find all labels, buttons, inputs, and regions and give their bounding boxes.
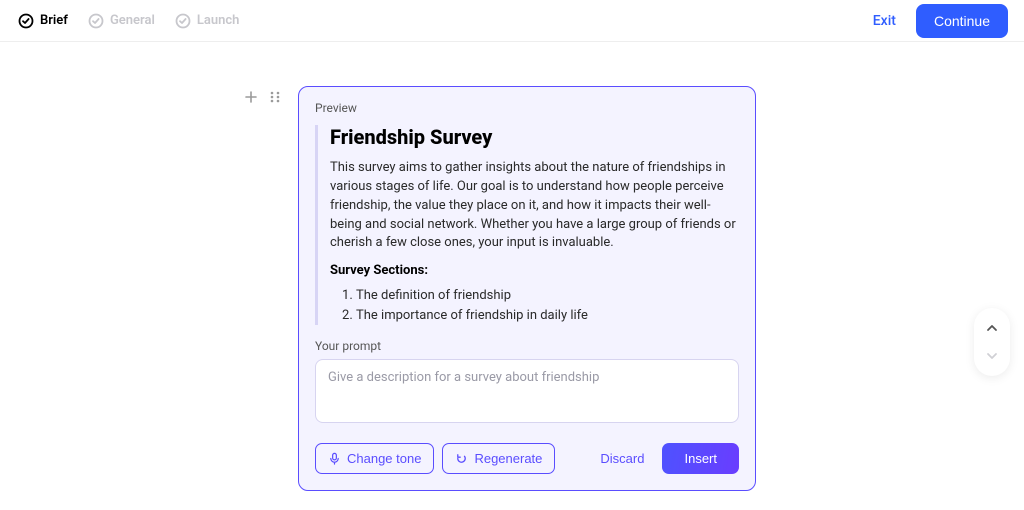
insert-button[interactable]: Insert (662, 443, 739, 474)
list-item: The importance of friendship in daily li… (356, 306, 739, 326)
check-circle-icon (18, 13, 34, 29)
card-actions: Change tone Regenerate Discard Insert (315, 443, 739, 474)
main-area: Preview Friendship Survey This survey ai… (0, 42, 1024, 90)
change-tone-button[interactable]: Change tone (315, 443, 434, 474)
sections-list: The definition of friendship The importa… (330, 286, 739, 325)
ai-preview-card: Preview Friendship Survey This survey ai… (298, 86, 756, 491)
continue-button[interactable]: Continue (916, 4, 1008, 38)
button-label: Change tone (347, 451, 421, 466)
wizard-steps: Brief General Launch (18, 13, 239, 29)
microphone-icon (328, 452, 341, 465)
right-actions: Discard Insert (600, 443, 739, 474)
step-launch[interactable]: Launch (175, 13, 240, 29)
sections-heading: Survey Sections: (330, 263, 739, 278)
block-tools (244, 90, 282, 104)
regenerate-button[interactable]: Regenerate (442, 443, 555, 474)
survey-title: Friendship Survey (330, 125, 739, 149)
discard-button[interactable]: Discard (600, 451, 644, 466)
list-item: The definition of friendship (356, 286, 739, 306)
preview-body: Friendship Survey This survey aims to ga… (315, 125, 739, 325)
plus-icon[interactable] (244, 90, 258, 104)
exit-link[interactable]: Exit (873, 13, 896, 29)
step-general[interactable]: General (88, 13, 155, 29)
prompt-input[interactable] (315, 359, 739, 423)
check-circle-icon (88, 13, 104, 29)
chevron-up-icon[interactable] (978, 314, 1006, 342)
button-label: Regenerate (474, 451, 542, 466)
refresh-icon (455, 452, 468, 465)
header-actions: Exit Continue (873, 4, 1008, 38)
preview-label: Preview (315, 101, 739, 115)
drag-handle-icon[interactable] (268, 90, 282, 104)
step-label: General (110, 13, 155, 28)
step-brief[interactable]: Brief (18, 13, 68, 29)
floating-nav (974, 308, 1010, 376)
check-circle-icon (175, 13, 191, 29)
chevron-down-icon[interactable] (978, 342, 1006, 370)
survey-description: This survey aims to gather insights abou… (330, 159, 739, 253)
prompt-label: Your prompt (315, 339, 739, 353)
wizard-header: Brief General Launch Exit Continue (0, 0, 1024, 42)
step-label: Brief (40, 13, 68, 28)
left-actions: Change tone Regenerate (315, 443, 555, 474)
step-label: Launch (197, 13, 240, 28)
